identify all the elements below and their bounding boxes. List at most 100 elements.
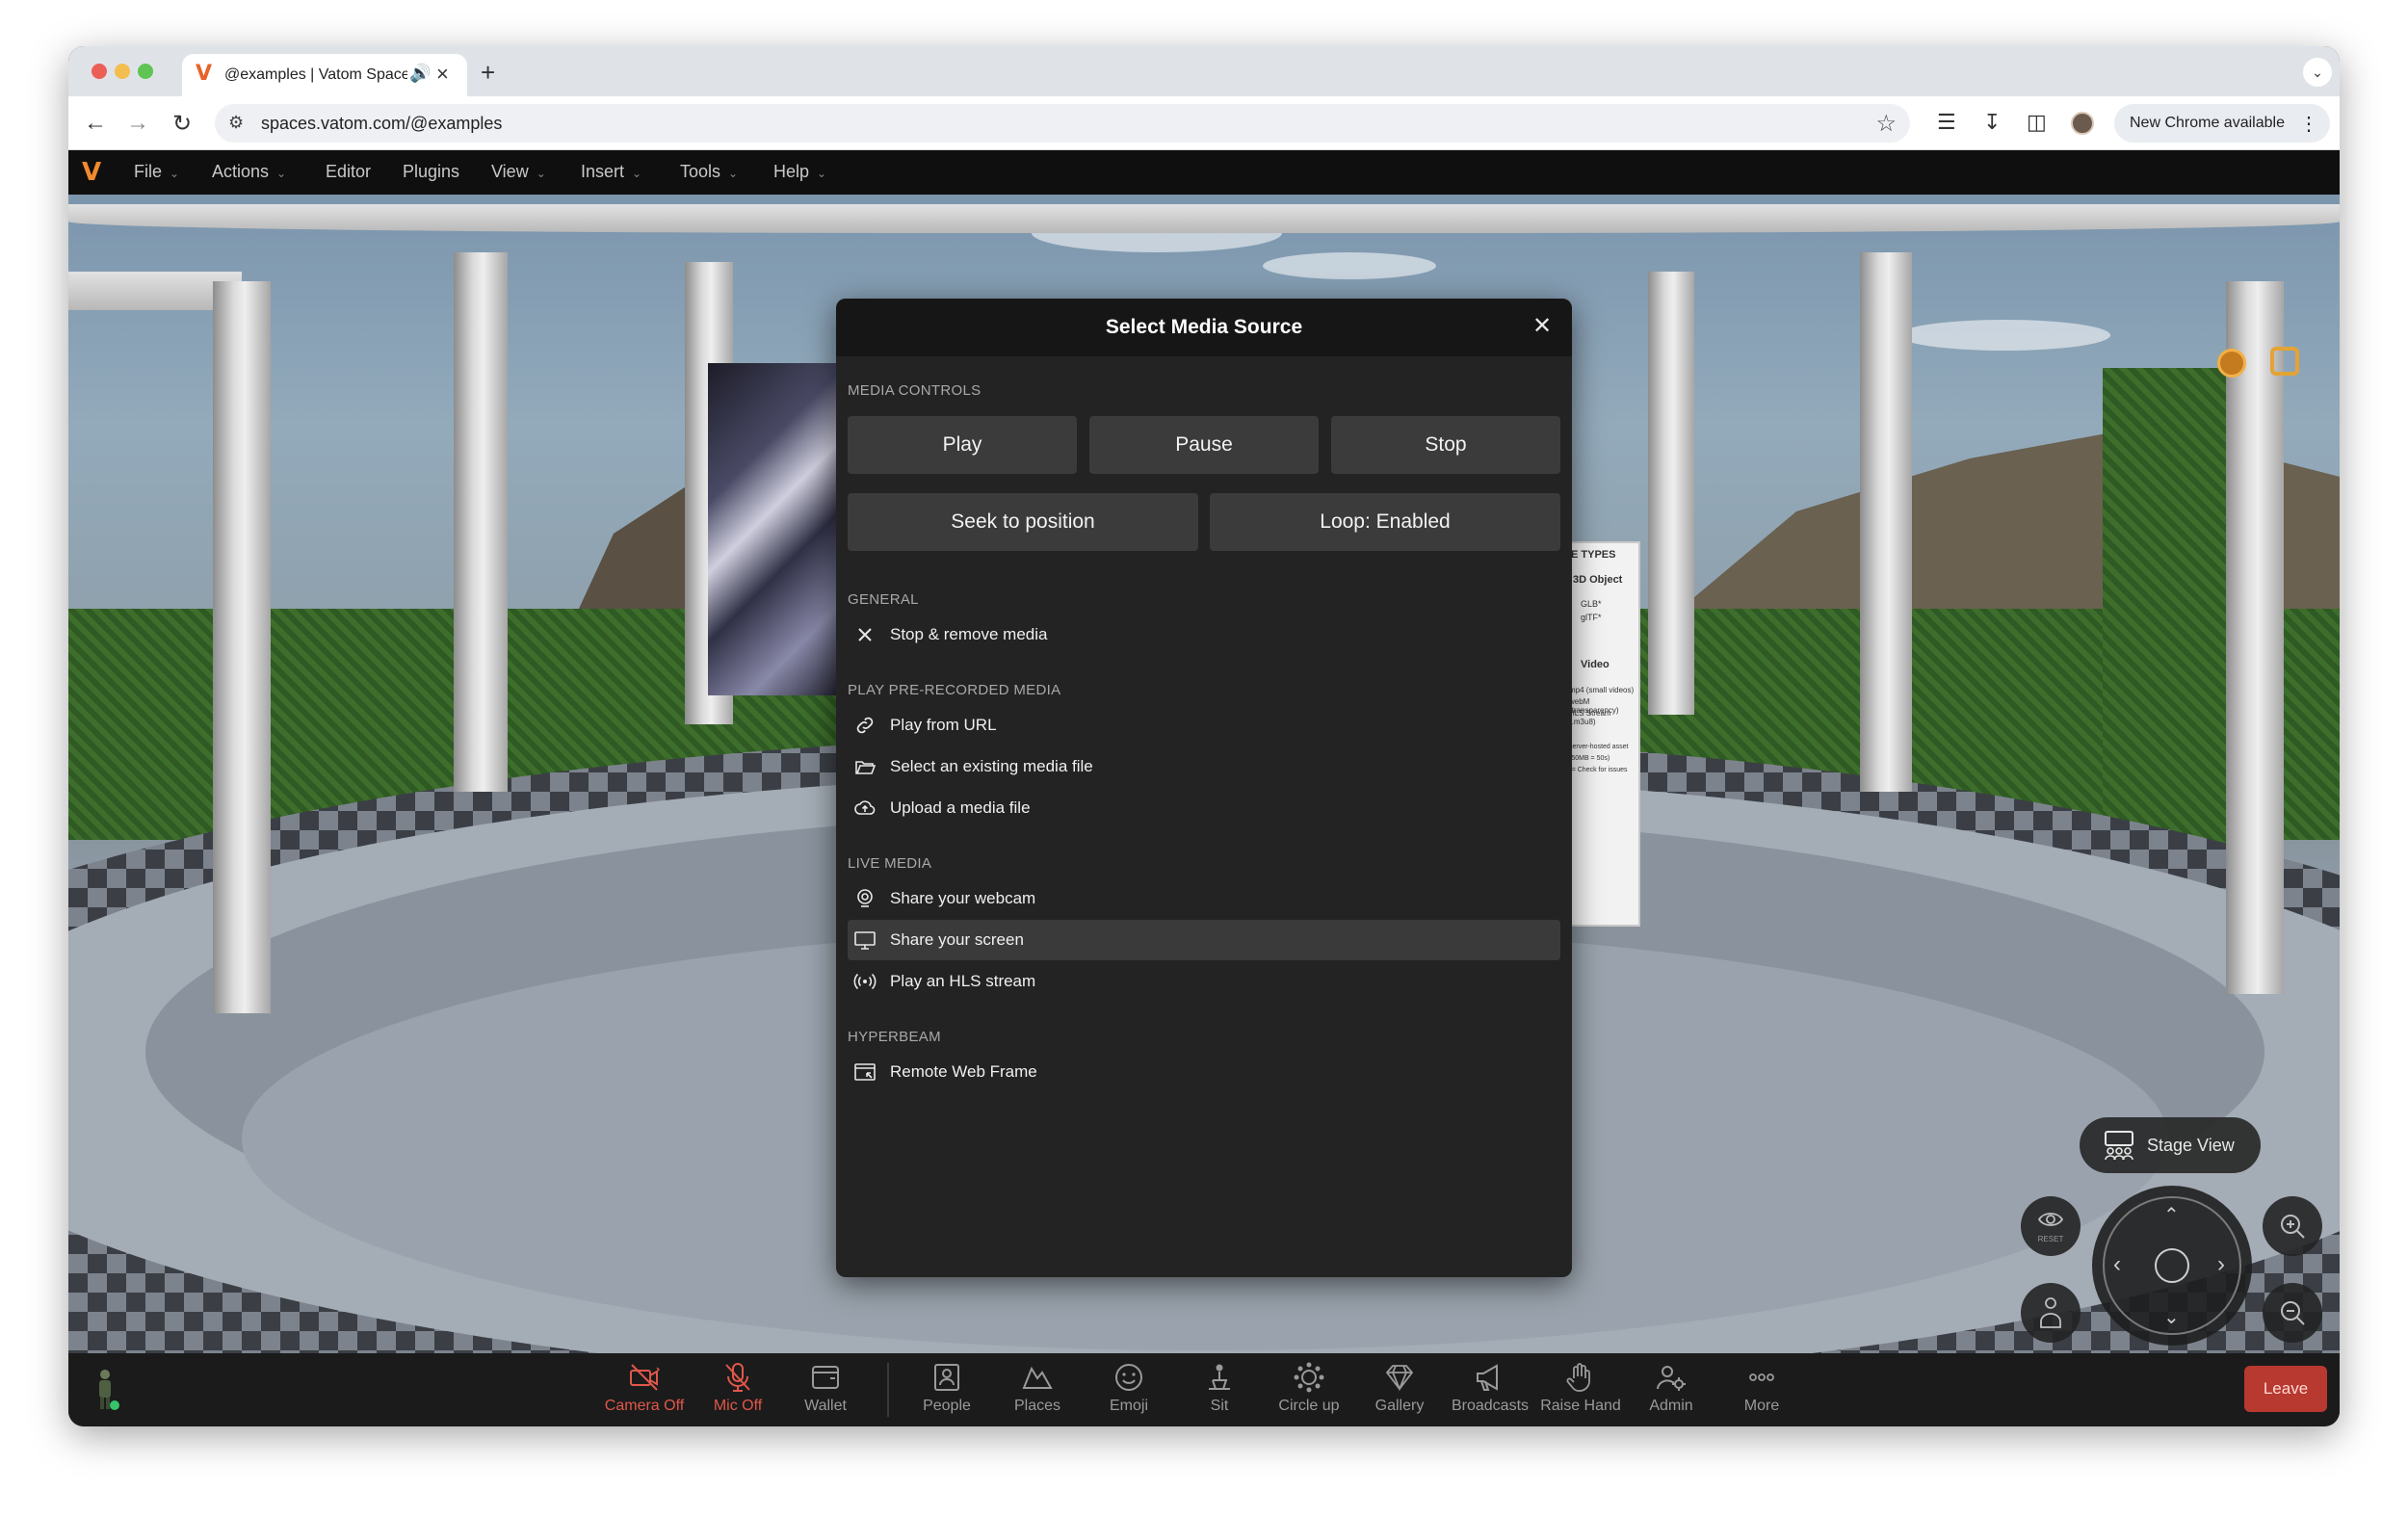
column [1860, 252, 1912, 792]
loop-toggle-button[interactable]: Loop: Enabled [1210, 493, 1560, 551]
app-menubar: V File ⌄ Actions ⌄ Editor Plugins View ⌄ In… [68, 150, 2340, 195]
site-info-icon[interactable]: ⚙ [228, 113, 244, 133]
update-label: New Chrome available [2130, 115, 2285, 131]
play-from-url-item[interactable]: Play from URL [848, 705, 1560, 745]
menu-help[interactable]: Help ⌄ [773, 162, 826, 182]
stop-button[interactable]: Stop [1331, 416, 1560, 474]
self-avatar[interactable] [93, 1369, 120, 1411]
sit-button[interactable]: Sit [1176, 1361, 1263, 1415]
new-tab-icon[interactable]: + [481, 58, 495, 88]
avatar-pose-button[interactable] [2021, 1283, 2081, 1343]
section-prerecorded: PLAY PRE-RECORDED MEDIA [848, 682, 1061, 698]
chevron-down-icon: ⌄ [170, 167, 180, 180]
menu-editor[interactable]: Editor [326, 162, 371, 182]
row-label: Upload a media file [890, 798, 1031, 817]
download-icon[interactable]: ↧ [1983, 110, 2001, 135]
row-label: Play an HLS stream [890, 972, 1036, 990]
close-window-button[interactable] [92, 64, 107, 79]
admin-icon [1657, 1366, 1686, 1391]
chevron-down-icon: ⌄ [536, 167, 546, 180]
circle-up-button[interactable]: Circle up [1266, 1361, 1352, 1415]
sign-text: Video [1581, 659, 1610, 670]
chevron-right-icon[interactable]: › [2217, 1251, 2225, 1278]
reset-view-button[interactable]: RESET [2021, 1196, 2081, 1256]
eye-icon [2037, 1213, 2064, 1226]
wallet-button[interactable]: Wallet [782, 1361, 869, 1415]
zoom-out-icon [2281, 1301, 2305, 1325]
menu-tools[interactable]: Tools ⌄ [680, 162, 738, 182]
broadcasts-button[interactable]: Broadcasts [1447, 1361, 1533, 1415]
mic-off-button[interactable]: Mic Off [694, 1361, 781, 1415]
pause-button[interactable]: Pause [1089, 416, 1319, 474]
minimize-window-button[interactable] [115, 64, 130, 79]
remote-web-frame-item[interactable]: Remote Web Frame [848, 1052, 1560, 1092]
share-webcam-item[interactable]: Share your webcam [848, 878, 1560, 919]
zoom-out-button[interactable] [2263, 1283, 2322, 1343]
sign-text: glTF* [1581, 613, 1602, 622]
update-chrome-button[interactable]: New Chrome available ⋮ [2114, 104, 2330, 143]
movement-joystick[interactable]: ⌃ ⌄ ‹ › [2092, 1186, 2252, 1346]
close-tab-icon[interactable]: × [436, 62, 449, 87]
leave-button[interactable]: Leave [2244, 1366, 2327, 1412]
raise-hand-button[interactable]: Raise Hand [1537, 1361, 1624, 1415]
more-dots-icon [1749, 1373, 1774, 1381]
camera-off-label: Camera Off [604, 1398, 685, 1414]
joystick-knob[interactable] [2155, 1248, 2189, 1283]
media-controls-icon[interactable]: ☰ [1937, 110, 1956, 135]
vatom-logo-icon: V [196, 62, 213, 86]
chevron-down-icon[interactable]: ⌄ [2163, 1305, 2180, 1329]
gallery-button[interactable]: Gallery [1356, 1361, 1443, 1415]
menu-view[interactable]: View ⌄ [491, 162, 546, 182]
menu-insert[interactable]: Insert ⌄ [581, 162, 641, 182]
hud-target-icon[interactable] [2270, 347, 2299, 376]
menu-plugins[interactable]: Plugins [403, 162, 459, 182]
vatom-logo-icon[interactable]: V [82, 158, 105, 187]
close-icon[interactable]: ✕ [1528, 312, 1557, 340]
menu-file[interactable]: File ⌄ [134, 162, 179, 182]
menu-actions[interactable]: Actions ⌄ [212, 162, 286, 182]
hand-icon [1566, 1363, 1590, 1392]
admin-label: Admin [1649, 1398, 1693, 1414]
profile-avatar[interactable] [2071, 112, 2094, 135]
address-bar[interactable]: ⚙ spaces.vatom.com/@examples ☆ [215, 104, 1910, 143]
bookmark-star-icon[interactable]: ☆ [1875, 110, 1897, 138]
dialog-title: Select Media Source [1105, 316, 1303, 338]
people-button[interactable]: People [903, 1361, 990, 1415]
stop-remove-media-item[interactable]: Stop & remove media [848, 615, 1560, 655]
stage-view-label: Stage View [2147, 1136, 2235, 1155]
tab-search-chevron-icon[interactable]: ⌄ [2303, 58, 2332, 87]
forward-arrow-icon[interactable]: → [124, 110, 151, 137]
places-button[interactable]: Places [994, 1361, 1081, 1415]
cloud-upload-icon [854, 800, 876, 815]
menu-label: Actions [212, 162, 270, 181]
kebab-menu-icon[interactable]: ⋮ [2299, 112, 2318, 136]
side-panel-icon[interactable]: ◫ [2027, 110, 2047, 135]
hud-badge-icon[interactable] [2217, 349, 2246, 378]
admin-button[interactable]: Admin [1628, 1361, 1714, 1415]
select-existing-media-item[interactable]: Select an existing media file [848, 746, 1560, 787]
url-text[interactable]: spaces.vatom.com/@examples [261, 114, 502, 134]
maximize-window-button[interactable] [138, 64, 153, 79]
upload-media-item[interactable]: Upload a media file [848, 788, 1560, 828]
sign-text: 3D Object [1573, 574, 1623, 586]
chevron-left-icon[interactable]: ‹ [2113, 1251, 2121, 1278]
menu-label: Insert [581, 162, 625, 181]
stage-view-button[interactable]: Stage View [2080, 1117, 2261, 1173]
share-screen-item[interactable]: Share your screen [848, 920, 1560, 960]
menu-label: Tools [680, 162, 721, 181]
seek-to-position-button[interactable]: Seek to position [848, 493, 1198, 551]
emoji-button[interactable]: Emoji [1086, 1361, 1172, 1415]
more-button[interactable]: More [1718, 1361, 1805, 1415]
browser-tab[interactable]: V @examples | Vatom Spaces 🔊 × [182, 54, 467, 96]
media-poster[interactable] [708, 363, 843, 695]
back-arrow-icon[interactable]: ← [82, 110, 109, 137]
zoom-in-button[interactable] [2263, 1196, 2322, 1256]
speaker-icon[interactable]: 🔊 [409, 64, 431, 84]
link-icon [856, 717, 874, 734]
play-button[interactable]: Play [848, 416, 1077, 474]
camera-off-button[interactable]: Camera Off [601, 1361, 688, 1415]
reload-icon[interactable]: ↻ [169, 110, 196, 138]
play-hls-stream-item[interactable]: Play an HLS stream [848, 961, 1560, 1002]
chevron-up-icon[interactable]: ⌃ [2163, 1203, 2180, 1227]
sit-label: Sit [1210, 1398, 1229, 1414]
